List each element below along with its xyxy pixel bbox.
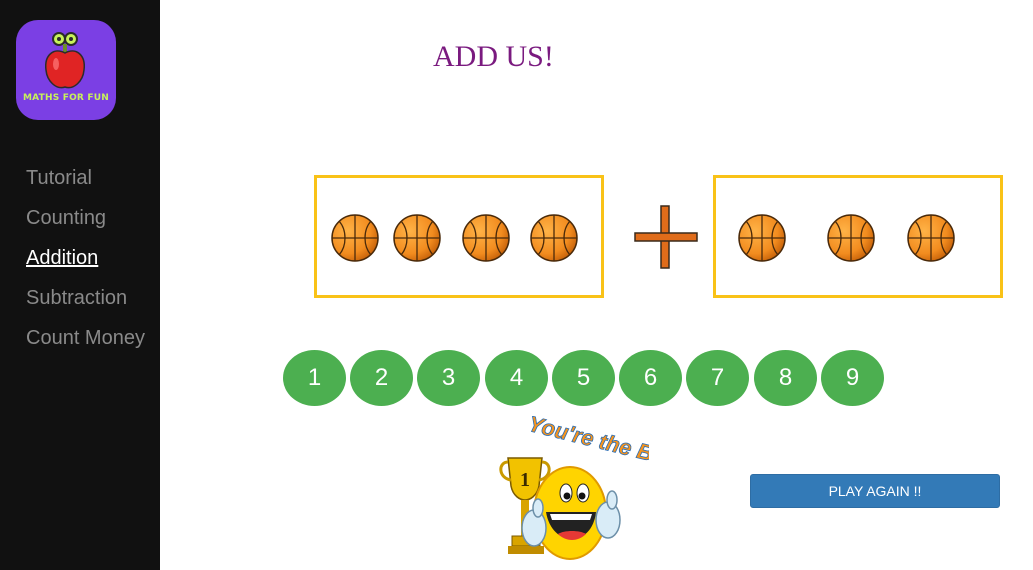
basketball-icon	[330, 213, 380, 263]
sidebar-item-tutorial[interactable]: Tutorial	[26, 166, 145, 206]
basketball-icon	[737, 213, 787, 263]
sidebar-item-counting[interactable]: Counting	[26, 206, 145, 246]
basketball-icon	[392, 213, 442, 263]
sidebar-item-subtraction[interactable]: Subtraction	[26, 286, 145, 326]
right-addend-box	[713, 175, 1003, 298]
answer-button[interactable]: 9	[821, 350, 884, 406]
basketball-icon	[461, 213, 511, 263]
play-again-button[interactable]: PLAY AGAIN !!	[750, 474, 1000, 508]
apple-icon	[45, 32, 85, 89]
app-logo[interactable]: MATHS FOR FUN	[16, 20, 116, 120]
left-addend-box	[314, 175, 604, 298]
svg-text:1: 1	[520, 469, 530, 491]
answer-button[interactable]: 1	[283, 350, 346, 406]
sidebar-item-addition[interactable]: Addition	[26, 246, 145, 286]
answer-button[interactable]: 6	[619, 350, 682, 406]
sidebar: MATHS FOR FUN Tutorial Counting Addition…	[0, 0, 160, 570]
basketball-icon	[529, 213, 579, 263]
sidebar-item-count-money[interactable]: Count Money	[26, 326, 145, 366]
answer-button[interactable]: 2	[350, 350, 413, 406]
answer-button[interactable]: 4	[485, 350, 548, 406]
plus-icon	[634, 205, 698, 269]
smiley-trophy-icon: You're the Best! 1	[499, 416, 649, 560]
answer-button[interactable]: 3	[417, 350, 480, 406]
answer-button[interactable]: 8	[754, 350, 817, 406]
sidebar-nav: Tutorial Counting Addition Subtraction C…	[26, 166, 145, 366]
reward-text: You're the Best!	[526, 416, 649, 476]
answer-button[interactable]: 7	[686, 350, 749, 406]
logo-text: MATHS FOR FUN	[23, 93, 109, 103]
basketball-icon	[826, 213, 876, 263]
basketball-icon	[906, 213, 956, 263]
answer-button[interactable]: 5	[552, 350, 615, 406]
page-title: ADD US!	[433, 40, 554, 73]
